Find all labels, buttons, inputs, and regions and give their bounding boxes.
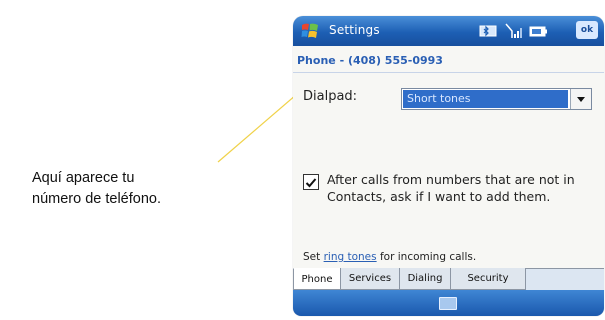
tab-phone[interactable]: Phone	[293, 268, 341, 290]
tab-services[interactable]: Services	[340, 268, 400, 290]
callout-line-1: Aquí aparece tu	[32, 170, 135, 186]
dialpad-label: Dialpad:	[303, 89, 358, 104]
callout-line-2: número de teléfono.	[32, 191, 161, 207]
add-to-contacts-label[interactable]: After calls from numbers that are not in…	[327, 171, 599, 205]
dialpad-selected-value[interactable]: Short tones	[403, 90, 568, 108]
title-bar: Settings ok	[293, 16, 604, 46]
ring-prefix: Set	[303, 251, 321, 263]
settings-tab-bar: Phone Services Dialing Security	[293, 268, 604, 291]
chevron-down-icon[interactable]	[570, 89, 591, 109]
signal-icon[interactable]	[504, 22, 522, 40]
tab-bar-filler	[526, 269, 604, 290]
window-title: Settings	[329, 23, 380, 37]
ring-tones-link[interactable]: ring tones	[324, 251, 377, 263]
phone-number-callout: Aquí aparece tu número de teléfono.	[32, 168, 252, 210]
ring-tones-line: Set ring tones for incoming calls.	[303, 251, 476, 263]
phone-number-subtitle: Phone - (408) 555-0993	[297, 54, 443, 67]
tab-security[interactable]: Security	[450, 268, 526, 290]
soft-key-bar	[293, 290, 604, 316]
checkmark-icon	[305, 178, 317, 188]
subtitle-divider	[293, 72, 604, 73]
bluetooth-icon[interactable]	[478, 22, 500, 40]
ring-suffix: for incoming calls.	[379, 251, 477, 263]
add-to-contacts-checkbox[interactable]	[303, 174, 319, 190]
ok-button[interactable]: ok	[576, 21, 598, 39]
dialpad-dropdown[interactable]: Short tones	[401, 88, 592, 110]
tab-dialing[interactable]: Dialing	[399, 268, 451, 290]
windows-start-icon[interactable]	[300, 21, 320, 41]
device-screen: Settings ok Phone - (408) 555-0993 Dialp…	[293, 16, 604, 316]
keyboard-icon[interactable]	[439, 297, 457, 310]
battery-icon[interactable]	[528, 22, 550, 40]
